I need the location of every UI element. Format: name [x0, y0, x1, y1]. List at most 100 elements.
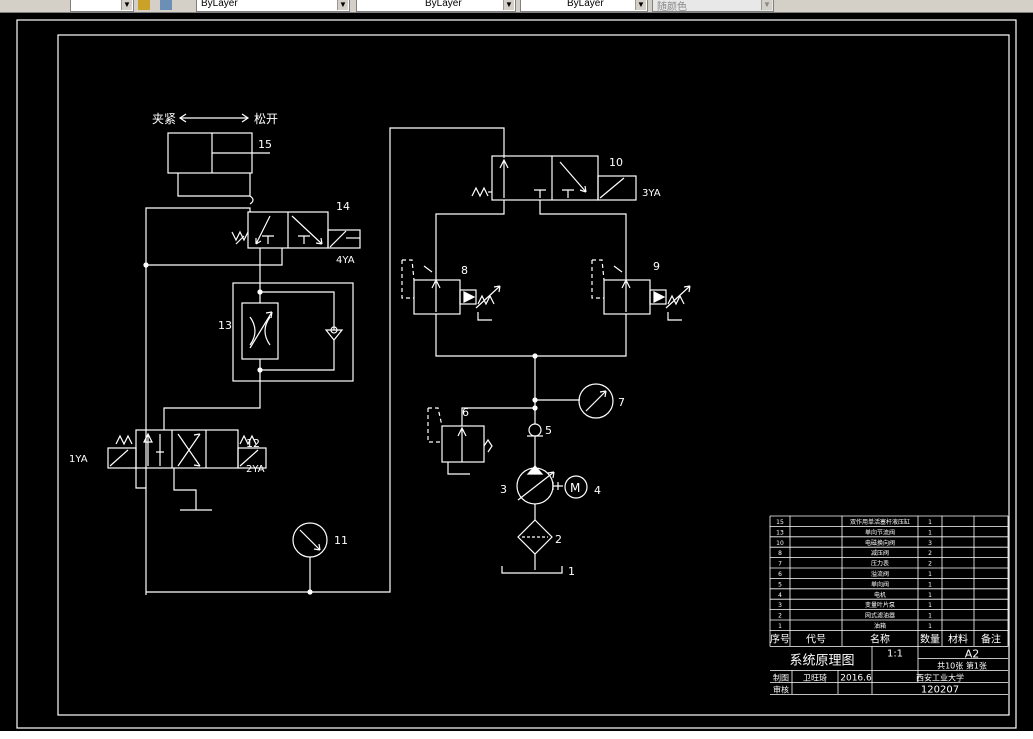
release-label: 松开	[254, 112, 278, 126]
parts-row-no: 3	[778, 602, 782, 609]
gauge-7: 7	[532, 383, 625, 419]
parts-row-no: 15	[776, 519, 784, 526]
line-cyl-b	[146, 248, 283, 266]
parts-row-name: 电磁换向阀	[865, 539, 895, 547]
color-value: ByLayer	[201, 0, 238, 9]
parts-row-qty: 1	[928, 519, 932, 526]
command-line[interactable]	[0, 731, 1033, 739]
label-4: 4	[594, 484, 601, 497]
parts-row-name: 变量叶片泵	[865, 601, 895, 609]
label-4ya: 4YA	[336, 255, 355, 266]
parts-row-name: 双作用单活塞杆液压缸	[850, 518, 910, 526]
drawn-label: 制图	[773, 672, 789, 682]
parts-row-no: 5	[778, 581, 782, 588]
chevron-down-icon: ▼	[635, 0, 646, 10]
parts-row-name: 单向阀	[871, 580, 889, 588]
outer-border	[16, 19, 1017, 729]
parts-row-qty: 1	[928, 581, 932, 588]
valve-12: 12 1YA 2YA	[69, 262, 267, 595]
layer-previous-icon[interactable]	[160, 0, 172, 10]
label-1: 1	[568, 565, 575, 578]
chevron-down-icon: ▼	[761, 0, 772, 10]
label-2ya: 2YA	[246, 464, 265, 475]
header-remark: 备注	[981, 632, 1001, 645]
label-9: 9	[653, 260, 660, 273]
paper-size: A2	[965, 647, 980, 660]
parts-row-qty: 2	[928, 550, 932, 557]
valve-14: 14 4YA	[231, 200, 361, 266]
motor-label: M	[570, 481, 580, 495]
parts-row-qty: 1	[928, 529, 932, 536]
cylinder-15: 夹紧 松开 15	[152, 112, 278, 205]
parts-row-no: 4	[778, 592, 782, 599]
parts-row-no: 6	[778, 571, 782, 578]
color-dropdown[interactable]: ByLayer ▼	[196, 0, 350, 12]
parts-row-no: 8	[778, 550, 782, 557]
parts-row-no: 1	[778, 623, 782, 630]
properties-toolbar: ▼ ByLayer ▼ ByLayer ▼ ByLayer ▼ 随颜色 ▼	[0, 0, 1033, 13]
relief-valve-6: 6	[427, 405, 538, 475]
linetype-value: ByLayer	[425, 0, 462, 9]
parts-row-no: 7	[778, 561, 782, 568]
parts-row-qty: 2	[928, 561, 932, 568]
parts-row-no: 2	[778, 613, 782, 620]
gauge-11: 11	[292, 522, 348, 592]
motor-4: M 4	[564, 475, 601, 499]
clamp-label: 夹紧	[152, 112, 176, 126]
label-14: 14	[336, 200, 350, 213]
parts-row-name: 减压阀	[871, 549, 889, 557]
label-3: 3	[500, 483, 507, 496]
linetype-dropdown[interactable]: ByLayer ▼	[356, 0, 516, 12]
label-3ya: 3YA	[642, 188, 661, 199]
draw-date: 2016.6	[840, 673, 872, 683]
label-2: 2	[555, 533, 562, 546]
label-8: 8	[461, 264, 468, 277]
label-11: 11	[334, 534, 348, 547]
label-12: 12	[246, 437, 260, 450]
parts-row-no: 13	[776, 529, 784, 536]
line-10-8	[435, 200, 505, 280]
parts-row-qty: 1	[928, 592, 932, 599]
label-7: 7	[618, 396, 625, 409]
parts-row-qty: 1	[928, 623, 932, 630]
label-1ya: 1YA	[69, 454, 88, 465]
parts-row-name: 电机	[874, 591, 886, 599]
parts-row-no: 10	[776, 540, 784, 547]
drawing-title: 系统原理图	[789, 653, 854, 668]
label-13: 13	[218, 319, 232, 332]
header-material: 材料	[948, 632, 968, 645]
chevron-down-icon: ▼	[337, 0, 348, 10]
main-pressure-line	[146, 127, 505, 593]
plotstyle-dropdown[interactable]: 随颜色 ▼	[652, 0, 774, 12]
header-qty: 数量	[920, 632, 940, 645]
label-10: 10	[609, 156, 623, 169]
drawn-by: 卫旺琦	[803, 673, 827, 682]
parts-row-name: 单向节流阀	[865, 528, 895, 536]
scale-value: 1:1	[887, 648, 903, 659]
pump-3: 3	[500, 465, 563, 520]
label-5: 5	[545, 424, 552, 437]
sheet-count: 共10张 第1张	[937, 660, 987, 670]
parts-row-name: 网式滤油器	[865, 612, 895, 620]
lineweight-dropdown[interactable]: ByLayer ▼	[520, 0, 648, 12]
layer-dropdown[interactable]: ▼	[70, 0, 134, 12]
parts-row-qty: 1	[928, 571, 932, 578]
check-valve-5: 5	[527, 423, 552, 468]
header-code: 代号	[806, 633, 826, 645]
parts-row-name: 油箱	[874, 622, 886, 630]
line-10-9	[539, 200, 627, 280]
title-block: 15 双作用单活塞杆液压缸 113 单向节流阀 110 电磁换向阀 38 减压阀 27 压力表 26…	[769, 515, 1009, 695]
parts-row-qty: 3	[928, 540, 932, 547]
layer-state-icon[interactable]	[138, 0, 150, 10]
parts-row-qty: 1	[928, 602, 932, 609]
check-label: 审核	[773, 684, 789, 694]
header-name: 名称	[870, 632, 890, 645]
plotstyle-value: 随颜色	[657, 2, 687, 12]
throttle-valve-13: 13	[218, 282, 354, 382]
parts-row-name: 压力表	[871, 560, 889, 568]
drawing-canvas[interactable]: 夹紧 松开 15 14 4YA 13 12 1YA 2YA 11 10 3YA …	[0, 13, 1033, 739]
parts-row-qty: 1	[928, 613, 932, 620]
chevron-down-icon: ▼	[503, 0, 514, 10]
line-8-9-join	[435, 314, 627, 357]
label-15: 15	[258, 138, 272, 151]
